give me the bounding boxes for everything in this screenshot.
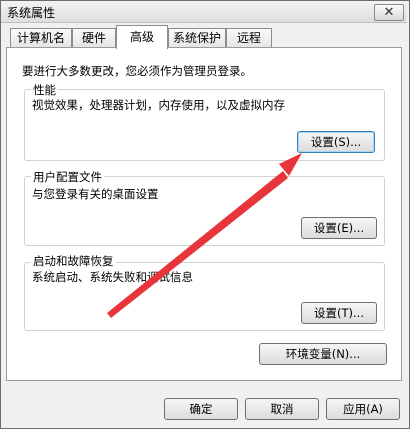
tab-advanced[interactable]: 高级 bbox=[116, 25, 168, 49]
annotation-arrow-shaft bbox=[107, 171, 288, 318]
annotation-arrow bbox=[107, 153, 302, 318]
